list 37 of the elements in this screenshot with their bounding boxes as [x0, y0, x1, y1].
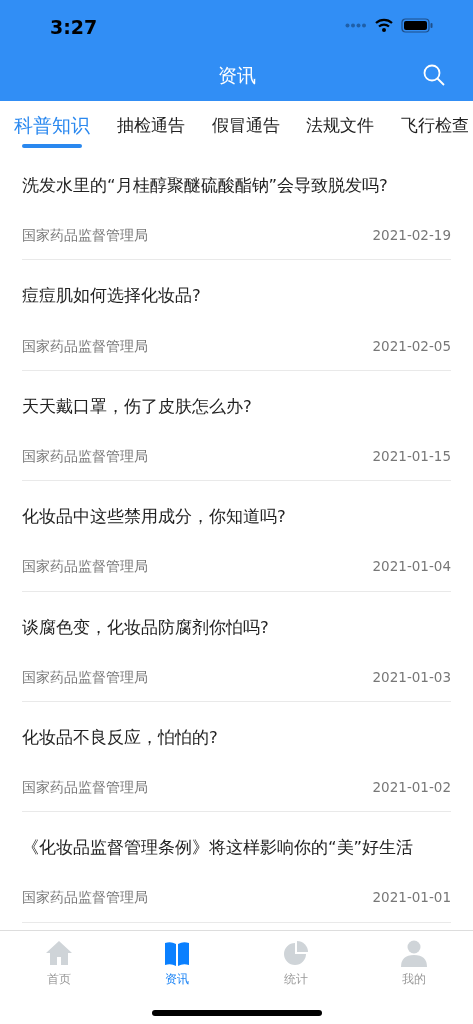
article-date: 2021-02-05	[372, 336, 451, 356]
article-source: 国家药品监督管理局	[22, 778, 148, 798]
search-icon[interactable]	[423, 64, 445, 86]
category-tab[interactable]: 法规文件	[306, 101, 375, 150]
article-title[interactable]: 化妆品中这些禁用成分，你知道吗?	[22, 505, 451, 530]
status-time: 3:27	[50, 14, 98, 40]
article-title[interactable]: 天天戴口罩，伤了皮肤怎么办?	[22, 394, 451, 420]
category-tab[interactable]: 飞行检查	[401, 101, 469, 150]
article-source: 国家药品监督管理局	[22, 226, 148, 246]
article-title[interactable]: 谈腐色变，化妆品防腐剂你怕吗?	[22, 615, 451, 641]
article-source: 国家药品监督管理局	[22, 557, 148, 577]
article-date: 2021-01-15	[372, 446, 451, 466]
page-title: 资讯	[217, 63, 256, 89]
home-icon	[45, 939, 74, 967]
wifi-icon	[375, 18, 393, 32]
pie-chart-icon	[281, 939, 310, 967]
article-source: 国家药品监督管理局	[22, 888, 148, 908]
article-source: 国家药品监督管理局	[22, 667, 148, 687]
article-title[interactable]: 洗发水里的“月桂醇聚醚硫酸酯钠”会导致脱发吗?	[22, 174, 451, 199]
article-date: 2021-02-19	[372, 226, 451, 246]
article-date: 2021-01-01	[372, 888, 451, 908]
article-title[interactable]: 化妆品不良反应，怕怕的?	[22, 725, 451, 751]
category-tab[interactable]: 抽检通告	[116, 101, 185, 150]
signal-icon	[345, 22, 367, 28]
book-icon	[163, 939, 192, 967]
article-date: 2021-01-03	[372, 667, 451, 687]
tab-bar-item[interactable]: 资讯	[118, 931, 237, 1024]
article-title[interactable]: 《化妆品监督管理条例》将这样影响你的“美”好生活	[22, 836, 451, 862]
category-tab[interactable]: 假冒通告	[211, 101, 280, 150]
article-source: 国家药品监督管理局	[22, 336, 148, 356]
article-source: 国家药品监督管理局	[22, 446, 148, 466]
person-icon	[399, 939, 428, 967]
article-title[interactable]: 痘痘肌如何选择化妆品?	[22, 284, 451, 310]
category-tab[interactable]: 科普知识	[14, 101, 90, 150]
battery-icon	[401, 17, 433, 33]
article-date: 2021-01-04	[372, 557, 451, 577]
article-date: 2021-01-02	[372, 778, 451, 798]
